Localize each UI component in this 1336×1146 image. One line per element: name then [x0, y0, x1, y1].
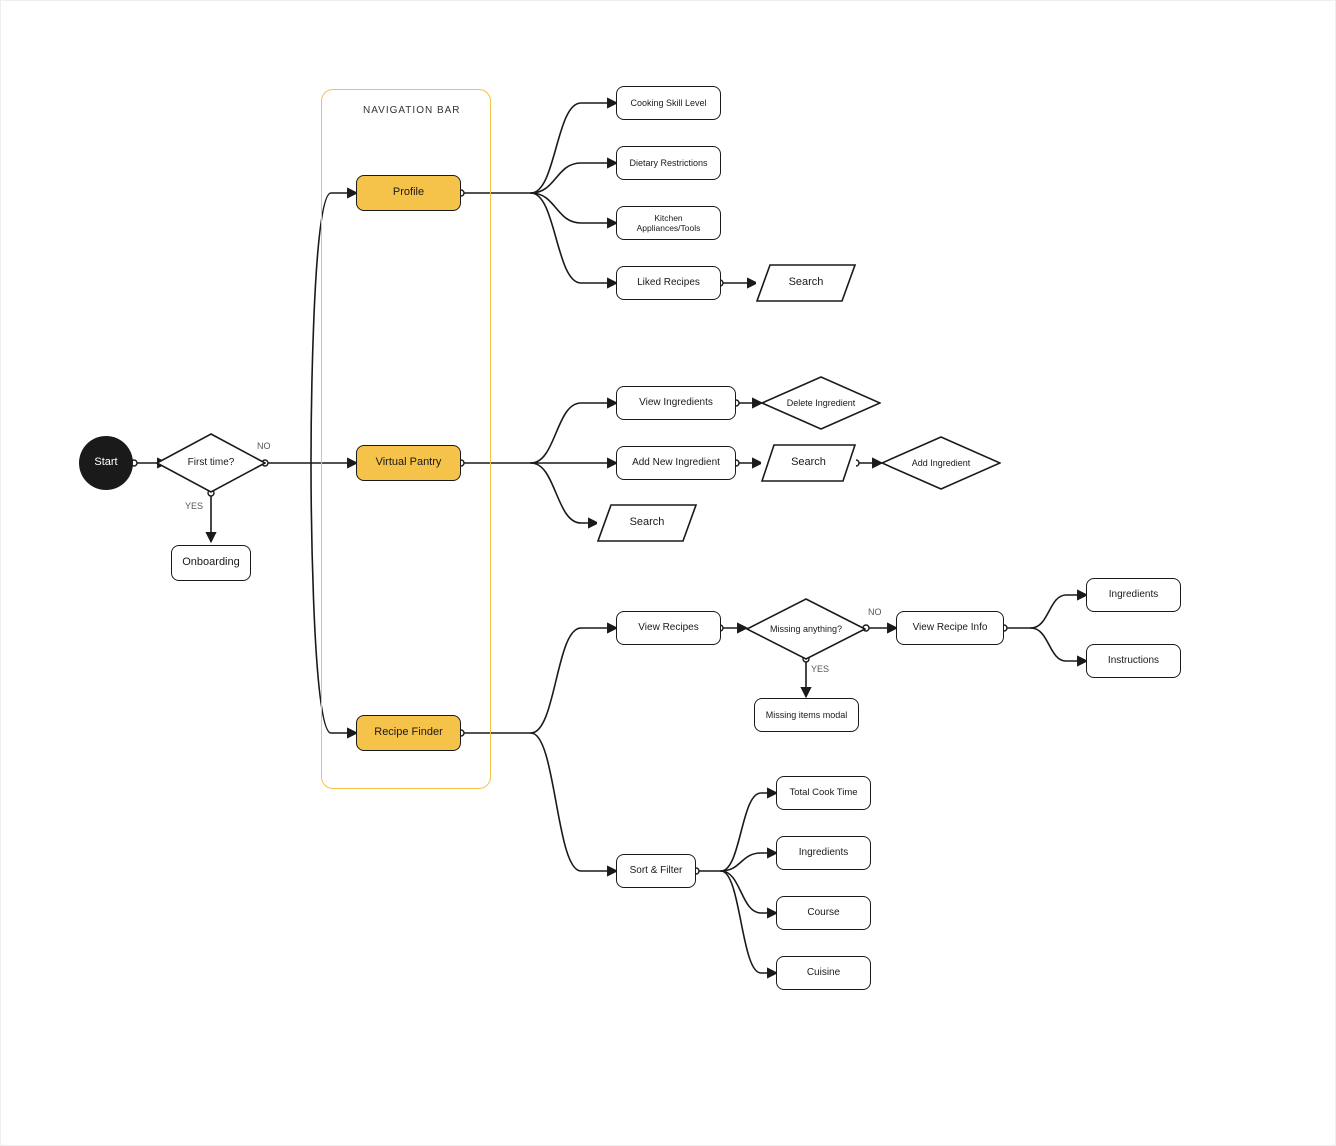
- nav-profile: Profile: [356, 175, 461, 211]
- profile-liked-label: Liked Recipes: [637, 277, 700, 289]
- pantry-add-search-node: Search: [761, 444, 856, 482]
- recipe-view-info-node: View Recipe Info: [896, 611, 1004, 645]
- nav-recipe-finder-label: Recipe Finder: [374, 726, 442, 739]
- pantry-search-label: Search: [630, 516, 665, 529]
- pantry-add-label: Add New Ingredient: [632, 457, 720, 469]
- edge-label-yes: YES: [185, 501, 203, 511]
- decision-first-time: First time?: [156, 433, 266, 493]
- profile-skill-node: Cooking Skill Level: [616, 86, 721, 120]
- flowchart-canvas: Start First time? NO YES Onboarding NAVI…: [0, 0, 1336, 1146]
- recipe-missing-decision: Missing anything?: [746, 598, 866, 660]
- recipe-view-label: View Recipes: [638, 622, 698, 634]
- sort-cuisine-node: Cuisine: [776, 956, 871, 990]
- profile-diet-label: Dietary Restrictions: [629, 158, 707, 169]
- recipe-info-instructions-node: Instructions: [1086, 644, 1181, 678]
- profile-skill-label: Cooking Skill Level: [630, 98, 706, 109]
- pantry-delete-node: Delete Ingredient: [761, 376, 881, 430]
- pantry-add-ingredient-label: Add Ingredient: [900, 458, 983, 469]
- pantry-view-label: View Ingredients: [639, 397, 713, 409]
- recipe-missing-modal-node: Missing items modal: [754, 698, 859, 732]
- recipe-view-info-label: View Recipe Info: [913, 622, 988, 634]
- sort-time-label: Total Cook Time: [789, 787, 857, 798]
- profile-liked-search-label: Search: [789, 276, 824, 289]
- pantry-delete-label: Delete Ingredient: [775, 398, 868, 409]
- sort-time-node: Total Cook Time: [776, 776, 871, 810]
- edge-label-no: NO: [257, 441, 271, 451]
- pantry-add-ingredient-node: Add Ingredient: [881, 436, 1001, 490]
- sort-course-node: Course: [776, 896, 871, 930]
- recipe-info-instructions-label: Instructions: [1108, 655, 1159, 667]
- start-node: Start: [79, 436, 133, 490]
- recipe-sort-filter-label: Sort & Filter: [630, 865, 683, 877]
- recipe-missing-modal-label: Missing items modal: [766, 710, 848, 721]
- pantry-view-node: View Ingredients: [616, 386, 736, 420]
- sort-ingredients-node: Ingredients: [776, 836, 871, 870]
- onboarding-label: Onboarding: [182, 556, 240, 569]
- nav-group-title: NAVIGATION BAR: [363, 105, 461, 116]
- profile-tools-node: Kitchen Appliances/Tools: [616, 206, 721, 240]
- start-label: Start: [94, 456, 117, 469]
- sort-course-label: Course: [807, 907, 839, 919]
- nav-recipe-finder: Recipe Finder: [356, 715, 461, 751]
- nav-profile-label: Profile: [393, 186, 424, 199]
- pantry-add-search-label: Search: [791, 456, 826, 469]
- recipe-info-ingredients-label: Ingredients: [1109, 589, 1158, 601]
- pantry-add-node: Add New Ingredient: [616, 446, 736, 480]
- sort-cuisine-label: Cuisine: [807, 967, 840, 979]
- recipe-sort-filter-node: Sort & Filter: [616, 854, 696, 888]
- edge-label-missing-yes: YES: [811, 664, 829, 674]
- profile-liked-node: Liked Recipes: [616, 266, 721, 300]
- recipe-view-node: View Recipes: [616, 611, 721, 645]
- sort-ingredients-label: Ingredients: [799, 847, 848, 859]
- recipe-info-ingredients-node: Ingredients: [1086, 578, 1181, 612]
- recipe-missing-label: Missing anything?: [758, 624, 854, 635]
- edge-label-missing-no: NO: [868, 607, 882, 617]
- onboarding-node: Onboarding: [171, 545, 251, 581]
- decision-first-time-label: First time?: [176, 457, 247, 469]
- profile-diet-node: Dietary Restrictions: [616, 146, 721, 180]
- profile-tools-label: Kitchen Appliances/Tools: [625, 213, 712, 233]
- pantry-search-node: Search: [597, 504, 697, 542]
- nav-virtual-pantry-label: Virtual Pantry: [376, 456, 442, 469]
- nav-virtual-pantry: Virtual Pantry: [356, 445, 461, 481]
- profile-liked-search-node: Search: [756, 264, 856, 302]
